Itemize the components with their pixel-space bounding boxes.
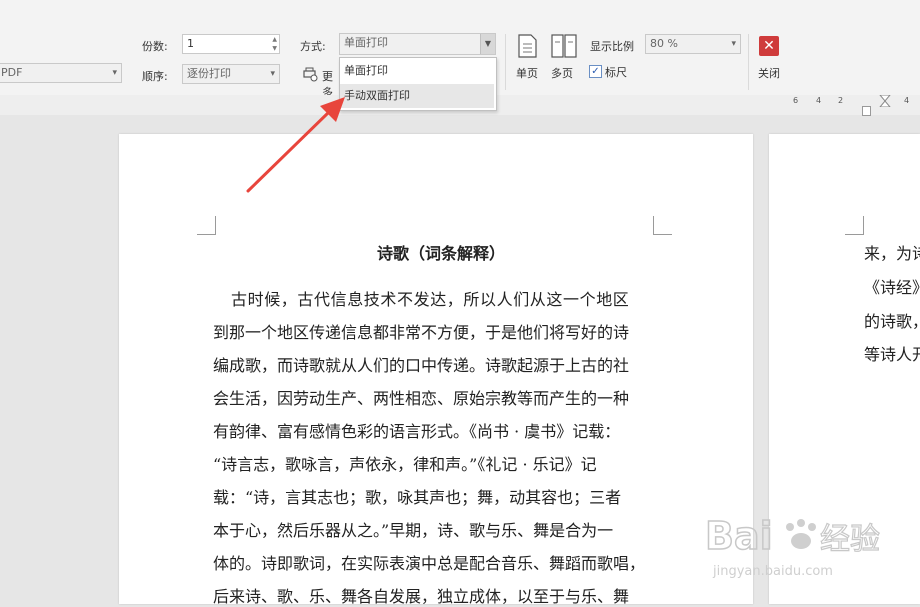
document-line: “诗言志，歌咏言，声依永，律和声。”《礼记 · 乐记》记: [213, 455, 597, 474]
document-line: 载：“诗，言其志也；歌，咏其声也；舞，动其容也；三者: [213, 488, 622, 507]
crop-mark: [197, 216, 216, 235]
decrement-icon[interactable]: ▼: [272, 46, 277, 52]
ruler-toggle[interactable]: ✓ 标尺: [589, 64, 639, 80]
ruler-toggle-label: 标尺: [605, 66, 627, 79]
multi-page-icon: [551, 34, 577, 58]
order-select[interactable]: 逐份打印 ▾: [182, 64, 280, 84]
close-icon: ✕: [759, 36, 779, 56]
document-line: 本于心，然后乐器从之。”早期，诗、歌与乐、舞是合为一: [213, 521, 614, 540]
document-line: 古时候，古代信息技术不发达，所以人们从这一个地区: [231, 290, 630, 309]
more-settings-button[interactable]: 更多: [302, 66, 342, 99]
print-mode-dropdown: 单面打印 手动双面打印: [339, 57, 497, 111]
document-line: 等诗人开: [864, 345, 920, 364]
print-mode-value: 单面打印: [344, 36, 388, 49]
close-button[interactable]: ✕ 关闭: [756, 34, 784, 80]
toolbar-divider: [748, 34, 749, 90]
printer-settings-icon: [303, 67, 318, 82]
left-margin-marker[interactable]: [862, 106, 871, 116]
crop-mark: [845, 216, 864, 235]
printer-select[interactable]: PDF ▾: [0, 63, 122, 83]
zoom-select[interactable]: 80 % ▾: [645, 34, 741, 54]
toolbar-divider: [505, 34, 506, 90]
document-line: 《诗经》: [864, 278, 920, 297]
document-line: 后来诗、歌、乐、舞各自发展，独立成体，以至于与乐、舞: [213, 587, 630, 606]
chevron-down-icon: ▾: [112, 68, 117, 78]
indent-marker-icon[interactable]: [879, 95, 891, 107]
mode-label: 方式:: [300, 40, 326, 53]
ruler-tick: 6: [793, 96, 799, 105]
document-line: 会生活，因劳动生产、两性相恋、原始宗教等而产生的一种: [213, 389, 630, 408]
single-page-label: 单页: [516, 67, 538, 80]
svg-text:Bai: Bai: [705, 514, 773, 558]
chevron-down-icon[interactable]: ▼: [480, 34, 495, 54]
single-page-button[interactable]: 单页: [512, 34, 542, 80]
document-line: 的诗歌，: [864, 312, 920, 331]
document-line: 到那一个地区传递信息都非常不方便，于是他们将写好的诗: [213, 323, 630, 342]
close-label: 关闭: [758, 67, 780, 80]
zoom-label: 显示比例: [590, 40, 634, 53]
order-select-value: 逐份打印: [187, 67, 231, 80]
multi-page-button[interactable]: 多页: [548, 34, 580, 80]
ruler-tick: 4: [816, 96, 822, 105]
checkbox-checked-icon: ✓: [589, 65, 602, 78]
zoom-value: 80 %: [650, 37, 678, 50]
svg-text:jingyan.baidu.com: jingyan.baidu.com: [712, 564, 833, 579]
document-line: 体的。诗即歌词，在实际表演中总是配合音乐、舞蹈而歌唱，: [213, 554, 646, 573]
order-label: 顺序:: [142, 70, 168, 83]
document-line: 来，为诗: [864, 244, 920, 263]
copies-label: 份数:: [142, 40, 168, 53]
baidu-watermark: Bai 经验 jingyan.baidu.com: [704, 505, 905, 585]
printer-select-value: PDF: [1, 66, 23, 79]
chevron-down-icon: ▾: [731, 39, 736, 49]
ruler-tick: 2: [838, 96, 844, 105]
document-line: 编成歌，而诗歌就从人们的口中传递。诗歌起源于上古的社: [213, 356, 630, 375]
preview-page-1: 诗歌（词条解释） 古时候，古代信息技术不发达，所以人们从这一个地区 到那一个地区…: [119, 134, 753, 606]
ruler-tick: 4: [904, 96, 910, 105]
chevron-down-icon: ▾: [270, 69, 275, 79]
document-title: 诗歌（词条解释）: [377, 244, 506, 263]
single-page-icon: [518, 34, 537, 58]
crop-mark: [653, 216, 672, 235]
copies-value: 1: [187, 37, 194, 50]
print-mode-select[interactable]: 单面打印 ▼: [339, 33, 496, 55]
dropdown-option-manual-duplex[interactable]: 手动双面打印: [340, 84, 494, 108]
svg-text:经验: 经验: [820, 522, 880, 557]
dropdown-option-single-sided[interactable]: 单面打印: [340, 59, 494, 83]
document-line: 有韵律、富有感情色彩的语言形式。《尚书 · 虞书》记载：: [213, 422, 621, 441]
copies-stepper[interactable]: 1 ▲ ▼: [182, 34, 280, 54]
increment-icon[interactable]: ▲: [272, 37, 277, 43]
baidu-paw-logo: Bai 经验 jingyan.baidu.com: [704, 513, 880, 579]
multi-page-label: 多页: [551, 67, 573, 80]
